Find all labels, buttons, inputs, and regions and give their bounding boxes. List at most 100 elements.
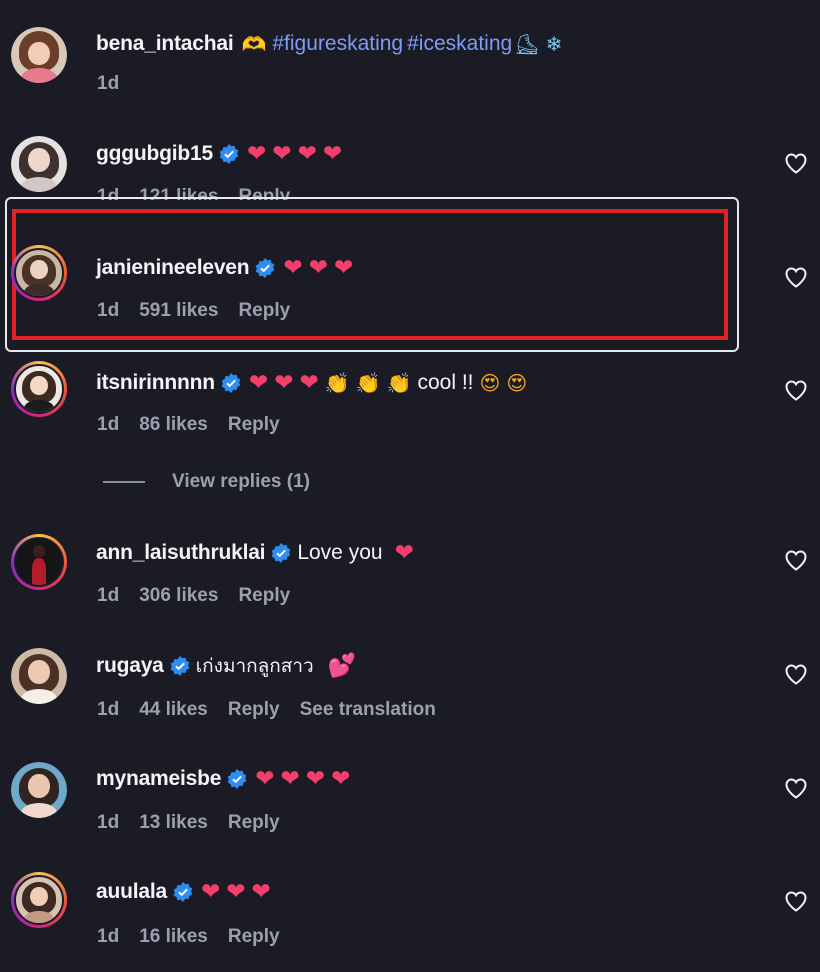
verified-badge-icon <box>173 882 193 902</box>
heart-outline-icon[interactable] <box>784 379 808 401</box>
comment-meta: 1d 86 likes Reply <box>97 414 300 436</box>
comment-text: เก่งมากลูกสาว <box>195 655 314 677</box>
comment-line: rugaya เก่งมากลูกสาว 💕 <box>96 653 356 679</box>
comment-time: 1d <box>97 414 120 435</box>
ice-skate-emoji: ⛸ <box>514 32 540 56</box>
reply-button[interactable]: Reply <box>228 699 280 721</box>
like-count[interactable]: 591 likes <box>139 300 218 322</box>
like-count[interactable]: 13 likes <box>139 812 208 834</box>
reply-button[interactable]: Reply <box>238 300 290 322</box>
heart-emoji: ❤ <box>274 369 294 396</box>
comment-text: cool !! <box>417 371 474 394</box>
avatar[interactable] <box>11 648 67 704</box>
avatar[interactable] <box>11 245 67 301</box>
heart-outline-icon[interactable] <box>784 777 808 799</box>
heart-emoji: ❤ <box>226 878 246 905</box>
reply-button[interactable]: Reply <box>228 812 280 834</box>
heart-outline-icon[interactable] <box>784 663 808 685</box>
username[interactable]: janienineeleven <box>96 256 250 280</box>
avatar[interactable] <box>11 361 67 417</box>
heart-eyes-emoji: 😍 <box>506 371 528 395</box>
comment-time: 1d <box>97 699 120 720</box>
heart-outline-icon[interactable] <box>784 152 808 174</box>
heart-emoji: ❤ <box>322 140 343 167</box>
comment-line: itsnirinnnnn ❤ ❤ ❤ 👏 👏 👏 cool !! 😍 😍 <box>96 370 527 396</box>
heart-emoji: ❤ <box>283 254 303 281</box>
like-count[interactable]: 16 likes <box>139 926 208 948</box>
heart-emoji: ❤ <box>331 765 351 792</box>
heart-outline-icon[interactable] <box>784 266 808 288</box>
comment-meta: 1d 13 likes Reply <box>97 812 300 834</box>
clap-emoji: 👏 <box>324 371 350 395</box>
heart-emoji: ❤ <box>200 878 221 905</box>
heart-emoji: ❤ <box>255 765 275 792</box>
heart-emoji: ❤ <box>251 878 271 905</box>
comment-text: Love you <box>297 541 383 564</box>
heart-emoji: ❤ <box>394 539 414 566</box>
username[interactable]: itsnirinnnnn <box>96 371 215 395</box>
reply-button[interactable]: Reply <box>238 585 290 607</box>
like-count[interactable]: 86 likes <box>139 414 208 436</box>
snowflake-emoji: ❄ <box>545 32 563 56</box>
heart-emoji: ❤ <box>248 369 269 396</box>
avatar[interactable] <box>11 762 67 818</box>
comment-line: ann_laisuthruklai Love you ❤ <box>96 540 414 566</box>
comment-line: janienineeleven ❤ ❤ ❤ <box>96 255 353 281</box>
heart-emoji: ❤ <box>299 369 319 396</box>
like-count[interactable]: 306 likes <box>139 585 218 607</box>
verified-badge-icon <box>227 769 247 789</box>
view-replies-label: View replies (1) <box>172 471 310 492</box>
hashtag-link[interactable]: #iceskating <box>407 32 512 56</box>
heart-outline-icon[interactable] <box>784 890 808 912</box>
avatar[interactable] <box>11 136 67 192</box>
comment-meta: 1d 591 likes Reply <box>97 300 310 322</box>
like-count[interactable]: 44 likes <box>139 699 208 721</box>
heart-emoji: ❤ <box>272 140 292 167</box>
divider-line <box>103 481 145 483</box>
see-translation-button[interactable]: See translation <box>300 699 436 721</box>
heart-emoji: ❤ <box>308 254 328 281</box>
heart-emoji: ❤ <box>280 765 300 792</box>
verified-badge-icon <box>256 258 275 278</box>
username[interactable]: auulala <box>96 880 167 904</box>
comment-line: bena_intachai 🫶 #figureskating #iceskati… <box>96 31 562 57</box>
hashtag-link[interactable]: #figureskating <box>272 32 403 56</box>
clap-emoji: 👏 <box>355 371 381 395</box>
username[interactable]: gggubgib15 <box>96 142 213 166</box>
verified-badge-icon <box>272 543 291 563</box>
verified-badge-icon <box>219 144 239 164</box>
two-hearts-emoji: 💕 <box>327 652 357 679</box>
comment-meta: 1d 16 likes Reply <box>97 926 300 948</box>
comment-line: auulala ❤ ❤ ❤ <box>96 879 271 905</box>
avatar[interactable] <box>11 27 67 83</box>
comment-meta: 1d <box>97 73 139 95</box>
comment-time: 1d <box>97 812 120 833</box>
comment-line: gggubgib15 ❤ ❤ ❤ ❤ <box>96 141 342 167</box>
avatar[interactable] <box>11 872 67 928</box>
comment-time: 1d <box>97 926 120 947</box>
view-replies-button[interactable]: View replies (1) <box>103 471 310 493</box>
comment-line: mynameisbe ❤ ❤ ❤ ❤ <box>96 766 350 792</box>
comment-meta: 1d 306 likes Reply <box>97 585 310 607</box>
verified-badge-icon <box>221 373 241 393</box>
heart-outline-icon[interactable] <box>784 549 808 571</box>
avatar[interactable] <box>11 534 67 590</box>
username[interactable]: rugaya <box>96 654 164 678</box>
comment-time: 1d <box>97 73 120 94</box>
heart-eyes-emoji: 😍 <box>479 371 501 395</box>
heart-emoji: ❤ <box>333 254 354 281</box>
comment-time: 1d <box>97 585 120 606</box>
heart-emoji: ❤ <box>297 140 317 167</box>
reply-button[interactable]: Reply <box>228 926 280 948</box>
clap-emoji: 👏 <box>386 371 412 395</box>
username[interactable]: ann_laisuthruklai <box>96 541 266 565</box>
heart-hands-emoji: 🫶 <box>241 32 267 56</box>
username[interactable]: mynameisbe <box>96 767 221 791</box>
comment-meta: 1d 44 likes Reply See translation <box>97 699 456 721</box>
reply-button[interactable]: Reply <box>228 414 280 436</box>
verified-badge-icon <box>170 656 189 676</box>
username[interactable]: bena_intachai <box>96 32 234 56</box>
heart-emoji: ❤ <box>247 140 267 167</box>
heart-emoji: ❤ <box>305 765 326 792</box>
comment-time: 1d <box>97 300 120 321</box>
